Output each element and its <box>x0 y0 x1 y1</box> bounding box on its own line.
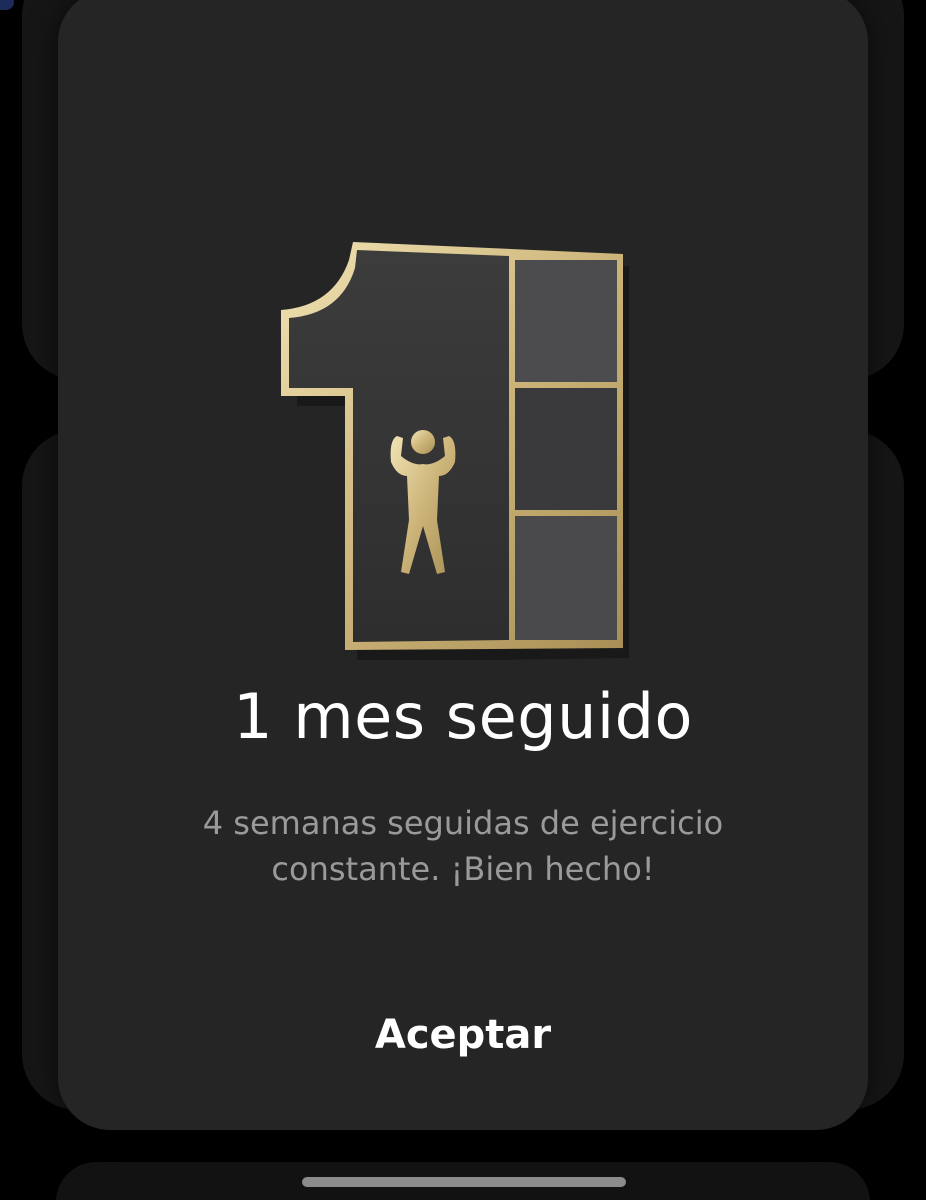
home-indicator[interactable] <box>302 1177 626 1187</box>
achievement-description: 4 semanas seguidas de ejercicio constant… <box>202 804 724 888</box>
app-screen: 1 mes seguido 4 semanas seguidas de ejer… <box>0 0 926 1200</box>
achievement-title: 1 mes seguido <box>233 680 693 753</box>
streak-badge-icon <box>281 242 629 660</box>
week-segment-2 <box>515 388 617 510</box>
accept-button[interactable]: Aceptar <box>313 995 613 1075</box>
week-segment-1 <box>515 260 617 382</box>
achievement-dialog: 1 mes seguido 4 semanas seguidas de ejer… <box>58 0 868 1130</box>
week-segment-3 <box>515 516 617 640</box>
status-edge <box>0 0 14 10</box>
